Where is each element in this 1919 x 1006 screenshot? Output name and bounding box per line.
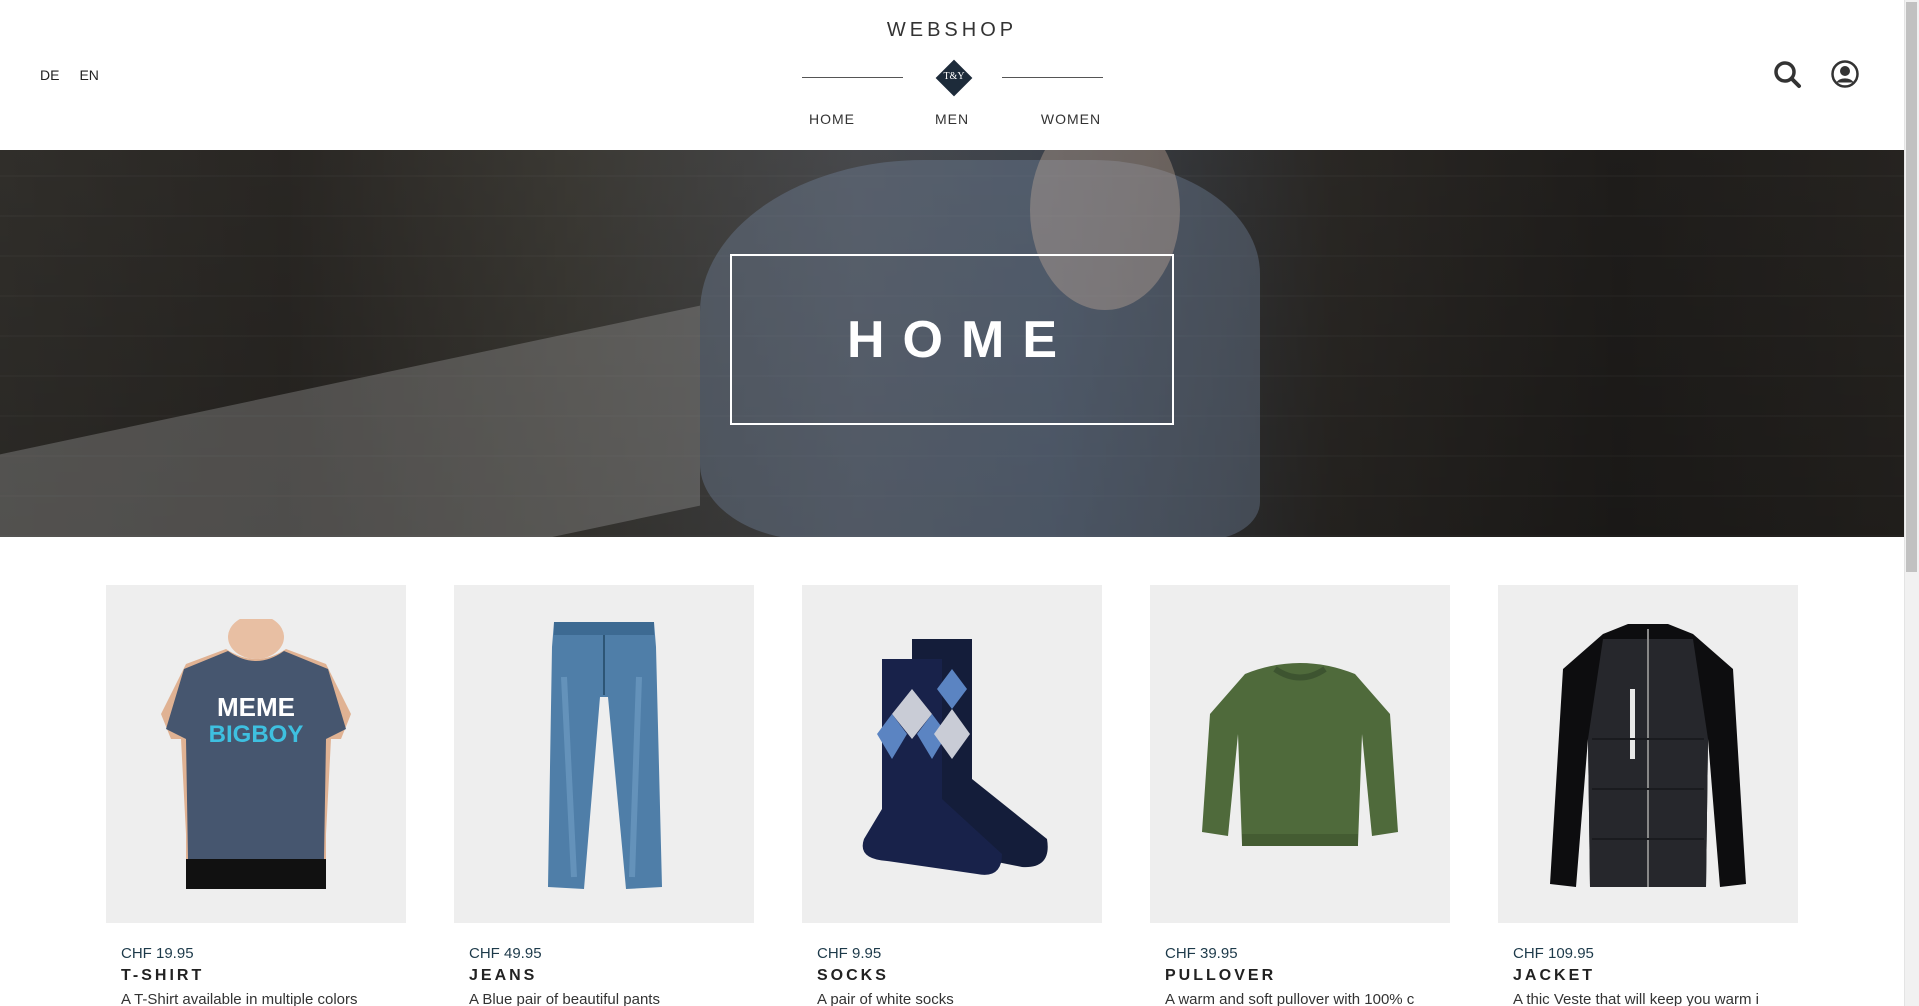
- nav-men[interactable]: MEN: [902, 111, 1002, 127]
- product-card-jacket[interactable]: CHF 109.95 JACKET A thic Veste that will…: [1498, 585, 1798, 1006]
- product-image-tshirt[interactable]: MEME BIGBOY: [106, 585, 406, 923]
- product-description: A warm and soft pullover with 100% c: [1165, 991, 1415, 1006]
- page-scrollbar[interactable]: [1904, 0, 1919, 1006]
- hero-banner: HOME: [0, 150, 1904, 537]
- product-name[interactable]: SOCKS: [802, 967, 1102, 985]
- search-icon[interactable]: [1773, 60, 1803, 90]
- scrollbar-thumb[interactable]: [1906, 2, 1917, 572]
- product-description: A Blue pair of beautiful pants: [469, 991, 660, 1006]
- language-switcher: DE EN: [40, 67, 99, 83]
- logo-divider-right: [1002, 77, 1103, 78]
- product-price: CHF 49.95: [469, 945, 542, 962]
- product-name[interactable]: JEANS: [454, 967, 754, 985]
- product-card-socks[interactable]: CHF 9.95 SOCKS A pair of white socks: [802, 585, 1102, 1006]
- nav-women[interactable]: WOMEN: [1021, 111, 1121, 127]
- product-card-jeans[interactable]: CHF 49.95 JEANS A Blue pair of beautiful…: [454, 585, 754, 1006]
- user-account-icon[interactable]: [1830, 59, 1860, 89]
- product-description: A T-Shirt available in multiple colors: [121, 991, 358, 1006]
- logo-text: T&Y: [943, 71, 965, 82]
- product-description: A thic Veste that will keep you warm i: [1513, 991, 1759, 1006]
- product-name[interactable]: PULLOVER: [1150, 967, 1450, 985]
- product-name[interactable]: T-SHIRT: [106, 967, 406, 985]
- hero-title: HOME: [847, 310, 1075, 369]
- logo[interactable]: T&Y: [935, 59, 973, 97]
- language-de[interactable]: DE: [40, 67, 59, 83]
- logo-row: T&Y: [802, 58, 1103, 98]
- hero-title-box: HOME: [730, 254, 1174, 425]
- nav-home[interactable]: HOME: [782, 111, 882, 127]
- language-en[interactable]: EN: [79, 67, 98, 83]
- shirt-print-line-1: MEME: [217, 692, 295, 722]
- product-image-jacket[interactable]: [1498, 585, 1798, 923]
- product-image-pullover[interactable]: [1150, 585, 1450, 923]
- product-image-jeans[interactable]: [454, 585, 754, 923]
- product-name[interactable]: JACKET: [1498, 967, 1798, 985]
- shirt-print-line-2: BIGBOY: [209, 721, 304, 748]
- product-price: CHF 9.95: [817, 945, 882, 962]
- product-image-socks[interactable]: [802, 585, 1102, 923]
- product-price: CHF 109.95: [1513, 945, 1594, 962]
- product-price: CHF 39.95: [1165, 945, 1238, 962]
- product-price: CHF 19.95: [121, 945, 194, 962]
- hero-background-path: [0, 305, 700, 537]
- product-description: A pair of white socks: [817, 991, 954, 1006]
- product-card-tshirt[interactable]: MEME BIGBOY CHF 19.95 T-SHIRT A T-Shirt …: [106, 585, 406, 1006]
- logo-divider-left: [802, 77, 903, 78]
- site-header: DE EN WEBSHOP T&Y HOME MEN WOMEN: [0, 0, 1904, 150]
- brand-name[interactable]: WEBSHOP: [0, 19, 1904, 42]
- product-card-pullover[interactable]: CHF 39.95 PULLOVER A warm and soft pullo…: [1150, 585, 1450, 1006]
